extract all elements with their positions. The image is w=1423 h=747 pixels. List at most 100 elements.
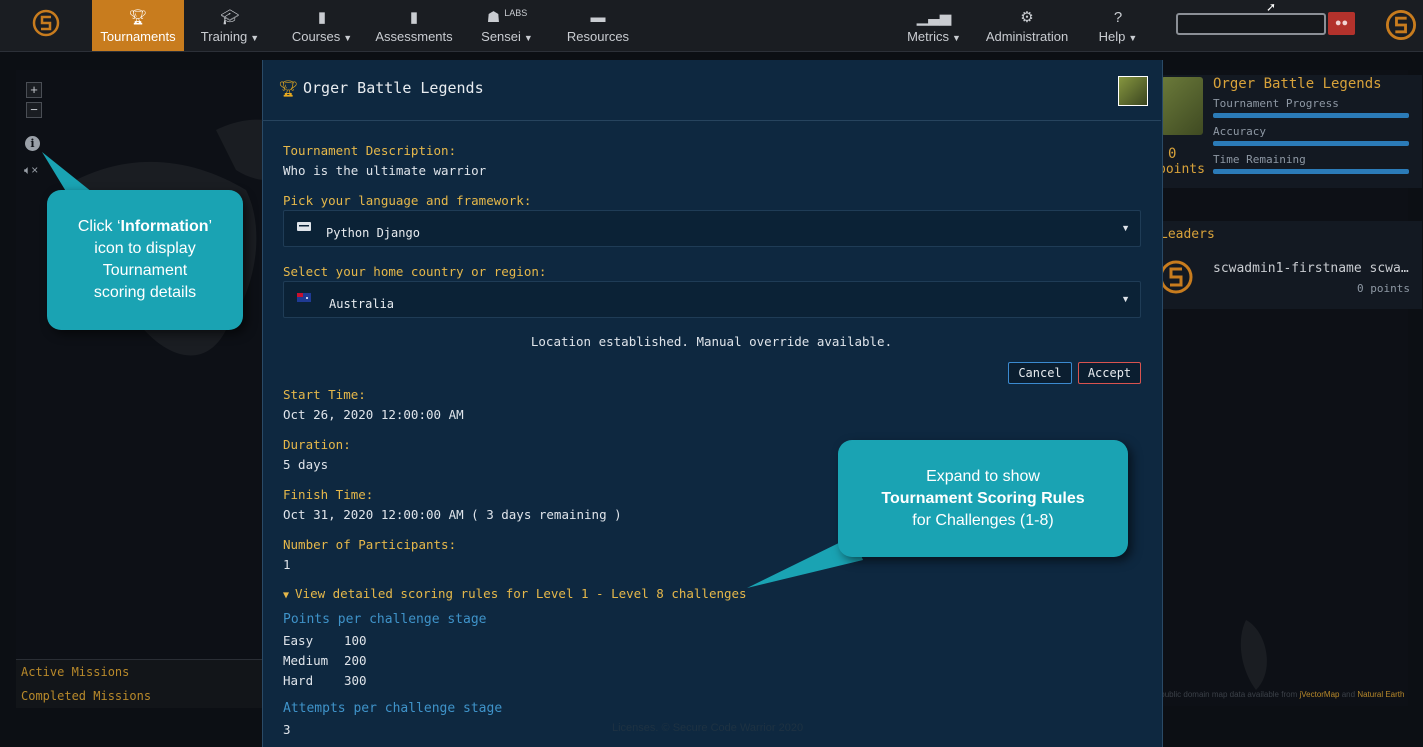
country-select[interactable]: Australia ▼ bbox=[283, 281, 1141, 318]
leader-name[interactable]: scwadmin1-firstname scwadmin1-lastname bbox=[1213, 261, 1413, 276]
cancel-button[interactable]: Cancel bbox=[1008, 362, 1072, 384]
points-value-hard: 300 bbox=[344, 673, 367, 688]
duration-value: 5 days bbox=[283, 457, 329, 472]
document-icon: ▮ bbox=[409, 9, 419, 26]
mouse-cursor-icon: ➚ bbox=[1266, 0, 1277, 14]
map-credit-and: and bbox=[1341, 690, 1356, 699]
points-stage-medium: Medium bbox=[283, 653, 329, 668]
scoring-rules-expander[interactable]: ▼ View detailed scoring rules for Level 1… bbox=[283, 586, 747, 601]
nav-help-label: Help bbox=[1098, 29, 1126, 44]
information-icon[interactable]: i bbox=[25, 136, 40, 151]
nav-sensei[interactable]: ☗ LABS Sensei ▼ bbox=[472, 0, 542, 51]
completed-missions-link[interactable]: Completed Missions bbox=[21, 689, 151, 703]
user-avatar bbox=[1118, 76, 1148, 106]
chevron-down-icon: ▼ bbox=[1121, 294, 1130, 304]
graduation-cap-icon: 🎓︎ bbox=[220, 9, 240, 26]
points-stage-hard: Hard bbox=[283, 673, 314, 688]
mute-icon[interactable]: 🔈︎× bbox=[24, 163, 38, 178]
points-value-easy: 100 bbox=[344, 633, 367, 648]
points-section-title: Points per challenge stage bbox=[283, 612, 487, 627]
caret-down-icon: ▼ bbox=[1128, 33, 1138, 43]
attempts-section-title: Attempts per challenge stage bbox=[283, 701, 503, 716]
finish-time-value: Oct 31, 2020 12:00:00 AM ( 3 days remain… bbox=[283, 507, 622, 522]
nav-help[interactable]: ? Help ▼ bbox=[1094, 0, 1142, 51]
description-value: Who is the ultimate warrior bbox=[283, 163, 487, 178]
caret-down-icon: ▼ bbox=[523, 33, 533, 43]
caret-down-icon: ▼ bbox=[343, 33, 353, 43]
nav-courses-label: Courses bbox=[291, 29, 341, 44]
trophy-icon: 🏆︎ bbox=[278, 81, 299, 98]
leader-points: 0 points bbox=[1357, 282, 1410, 295]
book-icon: ▮ bbox=[317, 9, 327, 26]
nav-resources-label: Resources bbox=[566, 29, 630, 44]
nav-administration-label: Administration bbox=[985, 29, 1069, 44]
nav-sensei-label: Sensei bbox=[481, 29, 521, 44]
tournament-progress-label: Tournament Progress bbox=[1213, 97, 1339, 110]
jvectormap-link[interactable]: jVectorMap bbox=[1299, 690, 1339, 699]
participants-value: 1 bbox=[283, 557, 291, 572]
tournament-avatar bbox=[1161, 77, 1203, 135]
bar-chart-icon: ▁▃▅ bbox=[916, 9, 952, 26]
language-select-value: Python Django bbox=[326, 226, 420, 240]
presentation-icon: ▬ bbox=[590, 9, 606, 26]
search-input[interactable] bbox=[1176, 13, 1326, 35]
callout-expand-line1: Expand to show bbox=[926, 467, 1040, 485]
language-select[interactable]: Python Django ▼ bbox=[283, 210, 1141, 247]
information-callout: Click ‘Information’ icon to display Tour… bbox=[47, 190, 243, 330]
zoom-in-button[interactable]: + bbox=[26, 82, 42, 98]
nav-metrics-label: Metrics bbox=[907, 29, 949, 44]
active-missions-link[interactable]: Active Missions bbox=[21, 665, 129, 679]
callout-expand-bold: Tournament Scoring Rules bbox=[881, 489, 1085, 507]
caret-down-icon: ▼ bbox=[951, 33, 961, 43]
question-circle-icon: ? bbox=[1113, 9, 1123, 26]
description-label: Tournament Description: bbox=[283, 143, 457, 158]
nav-assessments-label: Assessments bbox=[375, 29, 453, 44]
binoculars-icon[interactable]: ●● bbox=[1328, 12, 1355, 35]
caret-down-icon: ▼ bbox=[283, 590, 290, 601]
license-footer: Licenses. © Secure Code Warrior 2020 bbox=[612, 722, 804, 734]
nav-tournaments-label: Tournaments bbox=[100, 29, 176, 44]
labs-badge: LABS bbox=[504, 8, 528, 18]
tournament-panel-title: Orger Battle Legends bbox=[1213, 76, 1382, 92]
australia-flag-icon bbox=[297, 293, 311, 302]
nav-courses[interactable]: ▮ Courses ▼ bbox=[285, 0, 359, 51]
callout-info-line2: icon to display bbox=[94, 240, 196, 257]
time-remaining-label: Time Remaining bbox=[1213, 153, 1306, 166]
duration-label: Duration: bbox=[283, 437, 351, 452]
top-nav-bar: 🏆︎ Tournaments 🎓︎ Training ▼ ▮ Courses ▼ ▮… bbox=[0, 0, 1423, 52]
nav-resources[interactable]: ▬ Resources bbox=[562, 0, 634, 51]
leaders-title: Leaders bbox=[1160, 227, 1215, 242]
nav-administration[interactable]: ⚙ Administration bbox=[980, 0, 1074, 51]
callout-info-post: ’ bbox=[208, 218, 213, 235]
chevron-down-icon: ▼ bbox=[1121, 223, 1130, 233]
expand-callout: Expand to show Tournament Scoring Rules … bbox=[838, 440, 1128, 557]
nav-training[interactable]: 🎓︎ Training ▼ bbox=[192, 0, 268, 51]
scw-logo-right-icon[interactable] bbox=[1384, 8, 1418, 42]
scw-logo-icon[interactable] bbox=[31, 8, 61, 38]
nav-metrics[interactable]: ▁▃▅ Metrics ▼ bbox=[902, 0, 966, 51]
natural-earth-link[interactable]: Natural Earth bbox=[1357, 690, 1404, 699]
nav-training-label: Training bbox=[200, 29, 248, 44]
attempts-value: 3 bbox=[283, 722, 291, 737]
sensei-hat-icon: ☗ LABS bbox=[486, 8, 528, 26]
country-label: Select your home country or region: bbox=[283, 264, 547, 279]
scoring-rules-expander-label: View detailed scoring rules for Level 1 … bbox=[295, 586, 747, 601]
points-label: points bbox=[1158, 162, 1205, 177]
language-icon bbox=[297, 222, 311, 231]
accept-button[interactable]: Accept bbox=[1078, 362, 1141, 384]
location-message: Location established. Manual override av… bbox=[530, 334, 893, 349]
accuracy-bar bbox=[1213, 141, 1409, 146]
accuracy-label: Accuracy bbox=[1213, 125, 1266, 138]
start-time-value: Oct 26, 2020 12:00:00 AM bbox=[283, 407, 464, 422]
callout-info-line3: Tournament bbox=[102, 262, 188, 279]
participants-label: Number of Participants: bbox=[283, 537, 457, 552]
start-time-label: Start Time: bbox=[283, 387, 366, 402]
points-stage-easy: Easy bbox=[283, 633, 314, 648]
callout-info-pre: Click ‘ bbox=[77, 218, 121, 235]
zoom-out-button[interactable]: − bbox=[26, 102, 42, 118]
callout-info-line4: scoring details bbox=[93, 284, 197, 301]
leader-logo-icon bbox=[1159, 260, 1193, 294]
nav-assessments[interactable]: ▮ Assessments bbox=[370, 0, 458, 51]
points-value-medium: 200 bbox=[344, 653, 367, 668]
nav-tournaments[interactable]: 🏆︎ Tournaments bbox=[92, 0, 184, 51]
